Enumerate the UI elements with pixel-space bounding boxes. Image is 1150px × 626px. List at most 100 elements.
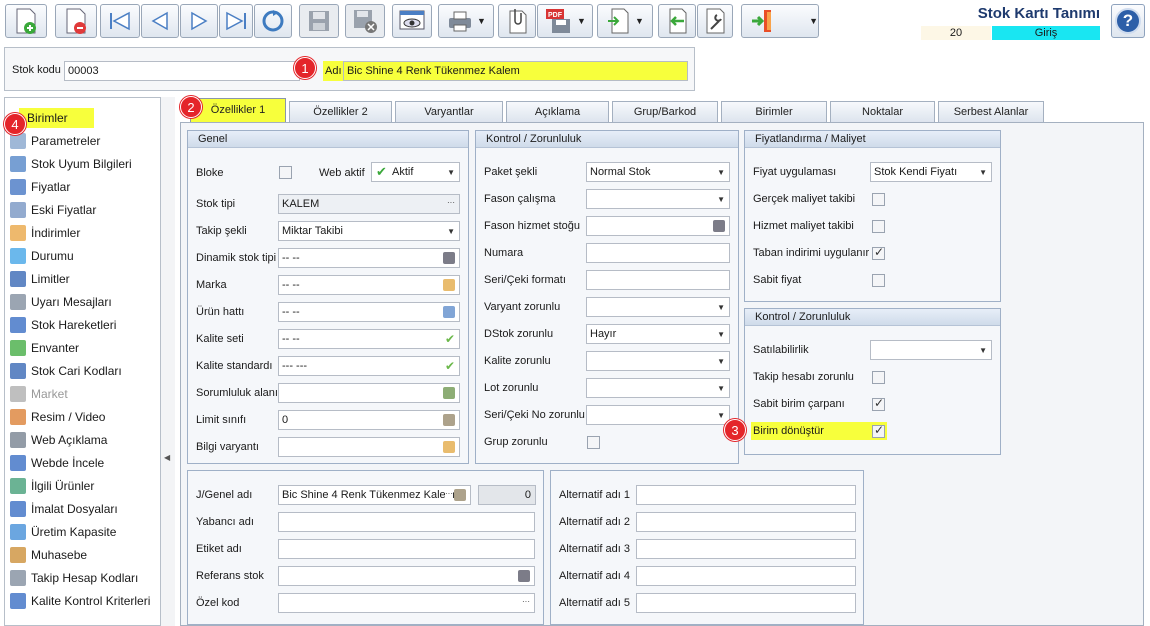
bloke-checkbox[interactable] [279, 166, 292, 179]
chevron-down-icon[interactable]: ▼ [717, 299, 725, 316]
kontrol-row-input[interactable]: Hayır ▼ [586, 324, 730, 344]
kontrol-row-input[interactable]: Normal Stok ▼ [586, 162, 730, 182]
sidebar-item[interactable]: Fiyatlar [10, 177, 70, 197]
ellipsis-icon[interactable]: ··· [447, 195, 455, 212]
exit-dropdown-icon[interactable]: ▼ [809, 16, 818, 26]
chevron-down-icon[interactable]: ▼ [447, 164, 455, 181]
kontrol2-checkbox[interactable] [872, 423, 885, 438]
tab-6[interactable]: Birimler [721, 101, 827, 122]
edit-icon[interactable] [454, 489, 466, 501]
genel-row-input[interactable]: 0 [278, 410, 460, 430]
kontrol-row-input[interactable] [586, 216, 730, 236]
splitter[interactable]: ◀ [161, 97, 175, 626]
first-record-button[interactable] [100, 4, 140, 38]
sidebar-item[interactable]: Envanter [10, 338, 79, 358]
pdf-button[interactable]: PDF ▼ [537, 4, 593, 38]
pdf-dropdown-icon[interactable]: ▼ [577, 16, 586, 26]
chevron-down-icon[interactable]: ▼ [717, 164, 725, 181]
chevron-down-icon[interactable]: ▼ [979, 164, 987, 181]
check-icon[interactable]: ✔ [445, 330, 455, 348]
tab-8[interactable]: Serbest Alanlar [938, 101, 1044, 122]
grid-icon[interactable] [713, 220, 725, 232]
export-button[interactable]: ▼ [597, 4, 653, 38]
chevron-down-icon[interactable]: ▼ [447, 223, 455, 240]
tools-button[interactable] [697, 4, 733, 38]
kontrol-row-input[interactable]: ▼ [586, 351, 730, 371]
exit-button[interactable]: ▼ [741, 4, 819, 38]
grup-zorunlu-checkbox[interactable] [587, 436, 600, 449]
names-row-input[interactable] [278, 539, 535, 559]
alternate-input[interactable] [636, 566, 856, 586]
fiyat-checkbox[interactable] [872, 220, 885, 233]
preview-button[interactable] [392, 4, 432, 38]
satilabilirlik-select[interactable]: ▼ [870, 340, 992, 360]
save-button[interactable] [299, 4, 339, 38]
help-button[interactable]: ? [1111, 4, 1145, 38]
sidebar-item[interactable]: Stok Cari Kodları [10, 361, 122, 381]
print-dropdown-icon[interactable]: ▼ [477, 16, 486, 26]
tab-7[interactable]: Noktalar [830, 101, 935, 122]
fiyat-checkbox[interactable] [872, 245, 885, 260]
fiyat-checkbox[interactable] [872, 193, 885, 206]
kontrol-row-input[interactable] [586, 243, 730, 263]
sidebar-item[interactable]: Stok Hareketleri [10, 315, 116, 335]
kontrol2-checkbox[interactable] [872, 396, 885, 411]
grid-icon[interactable] [443, 252, 455, 264]
tab-1[interactable]: Özellikler 1 [190, 98, 286, 122]
tab-4[interactable]: Açıklama [506, 101, 609, 122]
tab-3[interactable]: Varyantlar [395, 101, 503, 122]
export-dropdown-icon[interactable]: ▼ [635, 16, 644, 26]
fiyat-uyg-select[interactable]: Stok Kendi Fiyatı ▼ [870, 162, 992, 182]
save-close-button[interactable] [345, 4, 385, 38]
names-row-input[interactable] [278, 512, 535, 532]
sidebar-item[interactable]: Web Açıklama [10, 430, 107, 450]
kontrol-row-input[interactable]: ▼ [586, 378, 730, 398]
refresh-button[interactable] [254, 4, 292, 38]
ellipsis-icon[interactable]: ··· [445, 486, 453, 503]
chevron-down-icon[interactable]: ▼ [717, 326, 725, 343]
print-button[interactable]: ▼ [438, 4, 494, 38]
tree-icon[interactable] [443, 306, 455, 318]
names-row-input[interactable] [278, 566, 535, 586]
collapse-arrow-icon[interactable]: ◀ [164, 453, 170, 462]
kontrol-row-input[interactable] [586, 270, 730, 290]
sidebar-item[interactable]: İmalat Dosyaları [10, 499, 118, 519]
kontrol-row-input[interactable]: ▼ [586, 405, 730, 425]
names-row-input[interactable]: ··· [278, 593, 535, 613]
delete-button[interactable] [55, 4, 97, 38]
alternate-input[interactable] [636, 512, 856, 532]
tag-icon[interactable] [443, 441, 455, 453]
genel-row-input[interactable]: -- -- ✔ [278, 329, 460, 349]
genel-row-input[interactable]: -- -- [278, 302, 460, 322]
genel-row-input[interactable]: --- --- ✔ [278, 356, 460, 376]
sidebar-item[interactable]: Üretim Kapasite [10, 522, 116, 542]
alternate-input[interactable] [636, 593, 856, 613]
check-icon[interactable]: ✔ [445, 357, 455, 375]
sidebar-item[interactable]: İlgili Ürünler [10, 476, 94, 496]
new-button[interactable] [5, 4, 47, 38]
back-button[interactable] [658, 4, 696, 38]
fiyat-checkbox[interactable] [872, 274, 885, 287]
tab-2[interactable]: Özellikler 2 [289, 101, 392, 122]
sidebar-item[interactable]: Market [10, 384, 68, 404]
grid-icon[interactable] [518, 570, 530, 582]
edit-icon[interactable] [443, 414, 455, 426]
sidebar-item[interactable]: Takip Hesap Kodları [10, 568, 138, 588]
kontrol-row-input[interactable]: ▼ [586, 297, 730, 317]
sidebar-item[interactable]: Parametreler [10, 131, 100, 151]
genel-row-input[interactable]: KALEM ··· [278, 194, 460, 214]
sidebar-item[interactable]: Limitler [10, 269, 70, 289]
genel-row-input[interactable] [278, 437, 460, 457]
alternate-input[interactable] [636, 485, 856, 505]
next-record-button[interactable] [180, 4, 218, 38]
chevron-down-icon[interactable]: ▼ [717, 353, 725, 370]
sidebar-item[interactable]: Muhasebe [10, 545, 87, 565]
web-aktif-select[interactable]: ✔ Aktif ▼ [371, 162, 460, 182]
tab-5[interactable]: Grup/Barkod [612, 101, 718, 122]
names-row-input[interactable]: Bic Shine 4 Renk Tükenmez Kalem ··· [278, 485, 471, 505]
people-icon[interactable] [443, 387, 455, 399]
sidebar-item[interactable]: Durumu [10, 246, 74, 266]
genel-row-input[interactable]: Miktar Takibi ▼ [278, 221, 460, 241]
kontrol-row-input[interactable]: ▼ [586, 189, 730, 209]
genel-row-input[interactable]: -- -- [278, 248, 460, 268]
